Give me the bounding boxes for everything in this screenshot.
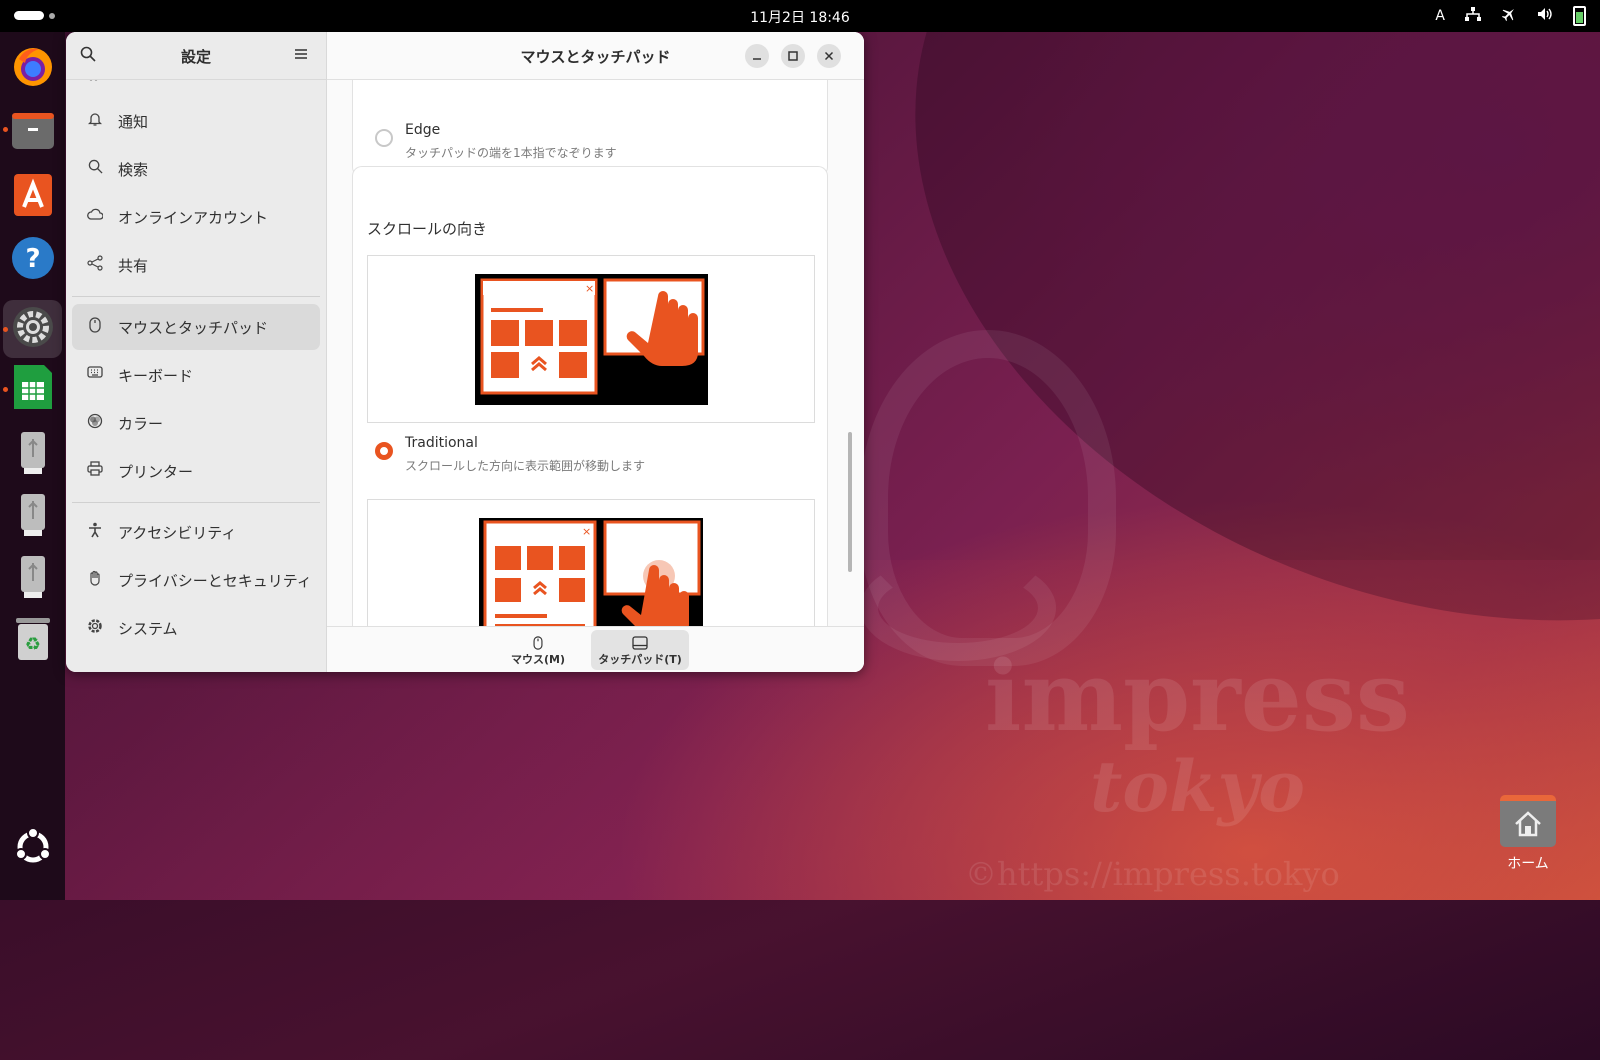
accessibility-icon [86, 522, 104, 540]
edge-radio[interactable] [375, 129, 393, 147]
view-switcher-bar: マウス(M) タッチパッド(T) [327, 626, 864, 672]
sidebar-item-search[interactable]: 検索 [72, 146, 320, 192]
minimize-icon [753, 58, 761, 60]
mouse-icon [86, 317, 104, 335]
gear-icon[interactable] [10, 304, 55, 349]
trash-icon[interactable]: ♻ [10, 616, 55, 661]
usb-drive-icon[interactable] [10, 554, 55, 599]
help-icon[interactable]: ? [10, 235, 55, 280]
watermark-text: impress [985, 640, 1410, 753]
watermark-url: ©https://impress.tokyo [965, 855, 1340, 893]
svg-text:×: × [582, 525, 591, 538]
watermark-text: tokyo [1090, 745, 1305, 828]
sidebar-item-label: 共有 [118, 257, 149, 275]
sidebar-item-color[interactable]: カラー [72, 400, 320, 446]
tab-label: マウス(M) [510, 653, 565, 666]
hamburger-menu-icon[interactable] [294, 47, 308, 61]
svg-text:?: ? [25, 244, 40, 274]
usb-drive-icon[interactable] [10, 430, 55, 475]
sidebar-divider [72, 502, 320, 503]
settings-content: Edge タッチパッドの端を1本指でなぞります スクロールの向き × Tradi… [327, 32, 864, 672]
keyboard-icon [86, 365, 104, 383]
sidebar-item-printers[interactable]: プリンター [72, 448, 320, 494]
search-icon [86, 159, 104, 177]
section-title: スクロールの向き [367, 220, 488, 238]
edge-option-card: Edge タッチパッドの端を1本指でなぞります [353, 66, 827, 176]
app-center-icon[interactable] [10, 172, 55, 217]
dock: ? ♻ [0, 32, 65, 900]
sidebar-item-label: マウスとタッチパッド [118, 319, 269, 337]
tab-mouse[interactable]: マウス(M) [489, 630, 587, 670]
content-header: マウスとタッチパッド [327, 32, 864, 80]
running-indicator [3, 127, 8, 132]
firefox-icon[interactable] [10, 44, 55, 89]
running-indicator [3, 387, 8, 392]
cloud-icon [86, 207, 104, 225]
sidebar-item-label: カラー [118, 415, 164, 433]
mouse-icon [533, 636, 543, 650]
sidebar-item-privacy-security[interactable]: プライバシーとセキュリティ [72, 557, 320, 603]
home-folder-label[interactable]: ホーム [1480, 853, 1576, 873]
sidebar-item-label: プライバシーとセキュリティ [118, 572, 312, 590]
network-icon [1465, 7, 1481, 25]
bell-icon [86, 111, 104, 129]
sidebar-item-system[interactable]: システム [72, 605, 320, 651]
sidebar-item-accessibility[interactable]: アクセシビリティ [72, 509, 320, 555]
sidebar-item-label: キーボード [118, 367, 194, 385]
traditional-option-title: Traditional [405, 435, 478, 451]
system-gear-icon [86, 618, 104, 636]
spreadsheet-icon[interactable] [10, 364, 55, 409]
settings-sidebar: 設定 通知 検索 オンラインアカウント 共有 マウスとタッチパッド キーボード [66, 32, 327, 672]
maximize-icon [788, 51, 798, 61]
share-icon [86, 255, 104, 273]
sidebar-title: 設定 [180, 48, 211, 66]
maximize-button[interactable] [781, 44, 805, 68]
sidebar-item-online-accounts[interactable]: オンラインアカウント [72, 194, 320, 240]
sidebar-item-mouse-touchpad[interactable]: マウスとタッチパッド [72, 304, 320, 350]
sidebar-item-label: アクセシビリティ [118, 524, 237, 542]
sidebar-item-label: プリンター [118, 463, 194, 481]
edge-option-title: Edge [405, 122, 441, 138]
clock[interactable]: 11月2日 18:46 [0, 7, 1600, 27]
sidebar-divider [72, 296, 320, 297]
ubuntu-show-apps-icon[interactable] [10, 824, 55, 869]
volume-icon [1537, 7, 1553, 25]
home-folder-icon[interactable] [1500, 795, 1556, 847]
edge-option-subtitle: タッチパッドの端を1本指でなぞります [405, 146, 617, 160]
hand-icon [86, 570, 104, 588]
sidebar-item-label: システム [118, 620, 178, 638]
sidebar-item-keyboard[interactable]: キーボード [72, 352, 320, 398]
sidebar-item-label: 検索 [118, 161, 149, 179]
tab-touchpad[interactable]: タッチパッド(T) [591, 630, 689, 670]
traditional-option-subtitle: スクロールした方向に表示範囲が移動します [405, 459, 646, 473]
sidebar-item-notifications[interactable]: 通知 [72, 98, 320, 144]
input-method-indicator[interactable]: A [1435, 8, 1445, 24]
system-tray[interactable]: A [1435, 6, 1586, 26]
svg-text:×: × [585, 282, 594, 295]
touchpad-icon [632, 636, 648, 650]
settings-window: 設定 通知 検索 オンラインアカウント 共有 マウスとタッチパッド キーボード [66, 32, 864, 672]
folder-icon[interactable] [10, 108, 55, 153]
traditional-scroll-illustration: × [475, 274, 708, 405]
running-indicator [3, 327, 8, 332]
tab-label: タッチパッド(T) [598, 653, 682, 666]
airplane-mode-icon [1501, 6, 1517, 26]
sidebar-header: 設定 [66, 32, 326, 80]
scroll-direction-card: スクロールの向き × Traditional スクロールした方向に表示範囲が移動… [353, 167, 827, 672]
color-icon [86, 413, 104, 431]
close-button[interactable] [817, 44, 841, 68]
close-icon [824, 51, 834, 61]
content-scrollbar[interactable] [848, 432, 852, 572]
minimize-button[interactable] [745, 44, 769, 68]
top-bar: 11月2日 18:46 A [0, 0, 1600, 32]
traditional-radio[interactable] [375, 442, 393, 460]
sidebar-item-sharing[interactable]: 共有 [72, 242, 320, 288]
sidebar-item-label: 通知 [118, 113, 149, 131]
svg-text:♻: ♻ [24, 634, 40, 655]
battery-icon [1573, 6, 1586, 26]
sidebar-item-label: オンラインアカウント [118, 209, 269, 227]
traditional-illustration-frame[interactable]: × [367, 255, 815, 423]
printer-icon [86, 461, 104, 479]
usb-drive-icon[interactable] [10, 492, 55, 537]
